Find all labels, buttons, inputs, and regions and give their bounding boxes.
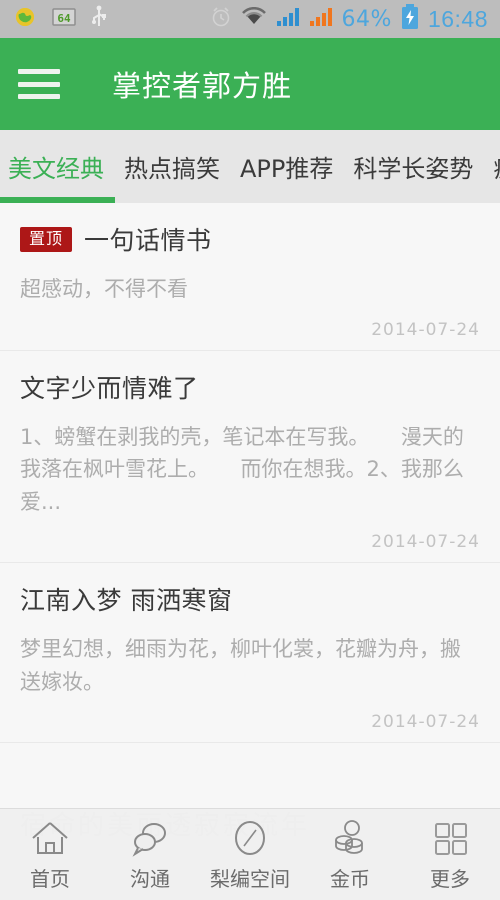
nav-label-chat: 沟通 — [130, 867, 170, 891]
globe-icon — [14, 6, 36, 33]
nav-label-more: 更多 — [430, 867, 470, 891]
table-row[interactable]: 江南入梦 雨洒寒窗 梦里幻想，细雨为花，柳叶化裳，花瓣为舟，搬送嫁妆。 2014… — [0, 563, 500, 744]
nav-item-chat[interactable]: 沟通 — [100, 817, 200, 892]
tab-partial-next[interactable]: 疯 — [483, 149, 500, 184]
status-bar-right-icons: 64% 16:48 — [210, 3, 488, 35]
article-title: 文字少而情难了 — [20, 373, 199, 403]
coins-icon — [330, 817, 370, 859]
hamburger-bar-1 — [18, 69, 60, 74]
cpu-64-icon: 64 — [52, 7, 76, 32]
tab-redian-gaoxiao[interactable]: 热点搞笑 — [114, 149, 230, 184]
article-date: 2014-07-24 — [371, 712, 480, 733]
nav-label-home: 首页 — [30, 867, 70, 891]
battery-charging-icon — [401, 3, 419, 35]
home-icon — [30, 817, 70, 859]
page-title: 掌控者郭方胜 — [112, 69, 293, 103]
hamburger-bar-2 — [18, 81, 60, 87]
hamburger-bar-3 — [18, 94, 60, 99]
article-title: 一句话情书 — [84, 226, 212, 255]
nav-item-home[interactable]: 首页 — [0, 817, 100, 892]
article-header: 置顶 一句话情书 — [20, 221, 480, 257]
nav-item-space[interactable]: 梨编空间 — [200, 817, 300, 892]
article-header: 江南入梦 雨洒寒窗 — [20, 581, 480, 617]
nav-label-coins: 金币 — [330, 867, 370, 891]
category-tab-bar[interactable]: 美文经典 热点搞笑 APP推荐 科学长姿势 疯 — [0, 130, 500, 203]
nav-item-coins[interactable]: 金币 — [300, 817, 400, 892]
compass-icon — [230, 817, 270, 859]
article-date: 2014-07-24 — [371, 532, 480, 553]
table-row[interactable]: 文字少而情难了 1、螃蟹在剥我的壳，笔记本在写我。 漫天的我落在枫叶雪花上。 而… — [0, 350, 500, 564]
table-row[interactable]: 置顶 一句话情书 超感动，不得不看 2014-07-24 — [0, 203, 500, 351]
status-bar-left-icons: 64 — [14, 5, 106, 34]
wifi-icon — [241, 6, 267, 32]
article-date: 2014-07-24 — [371, 319, 480, 340]
nav-label-space: 梨编空间 — [210, 867, 290, 891]
signal-1-icon — [276, 7, 300, 32]
tab-app-tuijian[interactable]: APP推荐 — [230, 149, 343, 184]
grid-more-icon — [430, 817, 470, 859]
article-description: 梦里幻想，细雨为花，柳叶化裳，花瓣为舟，搬送嫁妆。 — [20, 637, 461, 694]
bottom-navigation-bar: 首页 沟通 梨编空间 金币 更多 — [0, 808, 500, 900]
article-list: 置顶 一句话情书 超感动，不得不看 2014-07-24 文字少而情难了 1、螃… — [0, 203, 500, 744]
article-description: 1、螃蟹在剥我的壳，笔记本在写我。 漫天的我落在枫叶雪花上。 而你在想我。2、我… — [20, 424, 464, 514]
app-header: 掌控者郭方胜 — [0, 38, 500, 130]
status-badge: 置顶 — [20, 226, 73, 252]
tab-kexue-changzishi[interactable]: 科学长姿势 — [343, 149, 483, 184]
article-description: 超感动，不得不看 — [20, 277, 188, 301]
tab-meiwenjingdian[interactable]: 美文经典 — [0, 149, 114, 184]
chat-bubbles-icon — [129, 817, 171, 859]
nav-item-more[interactable]: 更多 — [400, 817, 500, 892]
clock-label: 16:48 — [427, 5, 488, 32]
article-title: 江南入梦 雨洒寒窗 — [20, 586, 233, 616]
signal-2-icon — [309, 7, 333, 32]
active-tab-indicator — [0, 197, 115, 203]
status-bar: 64 64% 16:48 — [0, 0, 500, 38]
alarm-icon — [210, 6, 232, 33]
battery-percent-label: 64% — [341, 6, 392, 32]
hamburger-menu-icon[interactable] — [18, 69, 60, 99]
svg-text:64: 64 — [57, 12, 71, 25]
usb-icon — [92, 5, 106, 34]
article-header: 文字少而情难了 — [20, 369, 480, 405]
